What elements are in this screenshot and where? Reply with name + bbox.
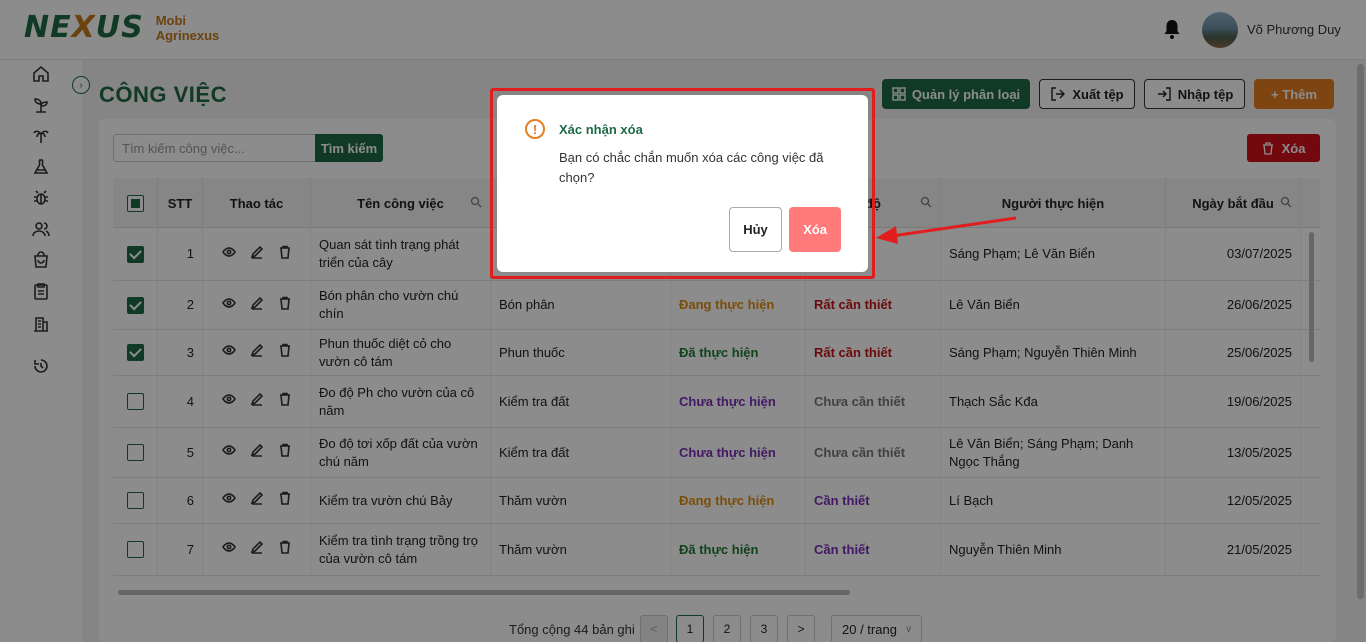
dialog-title: Xác nhận xóa: [559, 122, 643, 137]
warning-icon: !: [525, 119, 545, 139]
arrow-annotation-icon: [876, 216, 1017, 244]
cancel-button[interactable]: Hủy: [729, 207, 782, 252]
dialog-message: Bạn có chắc chắn muốn xóa các công việc …: [559, 150, 824, 185]
confirm-delete-button[interactable]: Xóa: [789, 207, 841, 252]
